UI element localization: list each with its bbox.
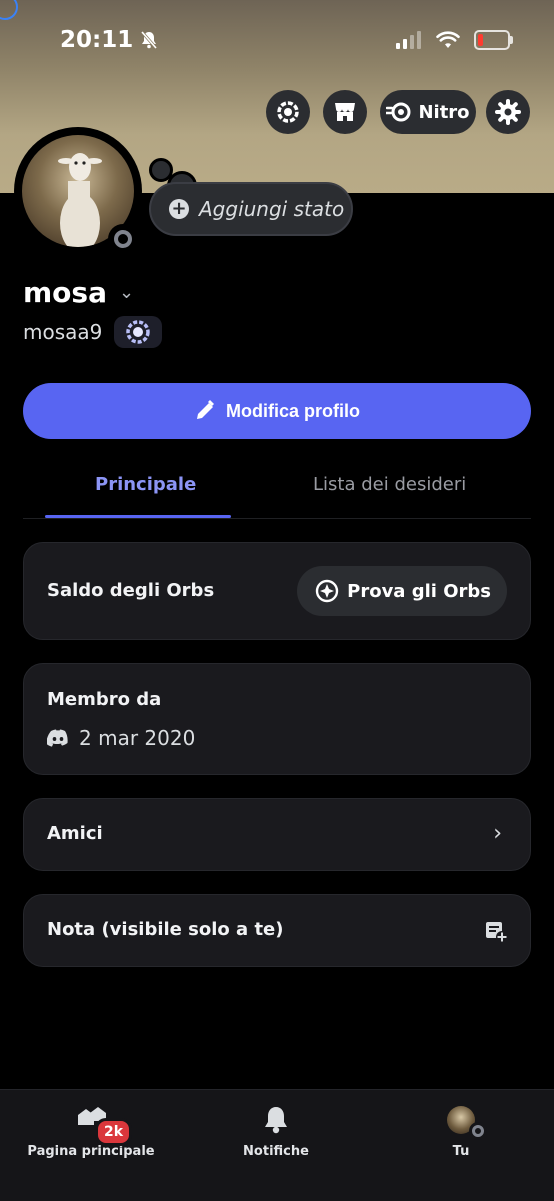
pencil-icon: [197, 400, 214, 419]
tab-wishlist[interactable]: Lista dei desideri: [313, 474, 466, 495]
friends-title: Amici: [47, 823, 103, 844]
discord-logo-icon: [47, 729, 68, 747]
member-since-date: 2 mar 2020: [79, 726, 196, 750]
nav-you-label: Tu: [452, 1144, 470, 1159]
mini-presence-indicator: [469, 1122, 487, 1140]
nav-notifications[interactable]: Notifiche: [240, 1104, 312, 1159]
display-name-row[interactable]: mosa ⌄: [23, 276, 134, 309]
display-name: mosa: [23, 276, 107, 309]
edit-profile-button[interactable]: Modifica profilo: [23, 383, 531, 439]
orb-icon: [315, 579, 339, 603]
chevron-right-icon: ›: [493, 821, 502, 846]
wifi-icon: [436, 31, 460, 48]
profile-tabs: Principale Lista dei desideri: [23, 460, 531, 519]
username-row: mosaa9: [23, 316, 163, 348]
nav-notifications-label: Notifiche: [243, 1144, 309, 1159]
battery-icon: [474, 30, 513, 50]
bell-icon: [265, 1107, 287, 1134]
bottom-navigation: 2k Pagina principale Notifiche Tu: [0, 1089, 554, 1201]
member-since-title: Membro da: [47, 689, 162, 710]
orbs-balance-title: Saldo degli Orbs: [47, 580, 215, 601]
note-title: Nota (visibile solo a te): [47, 919, 284, 940]
note-card[interactable]: Nota (visibile solo a te): [23, 894, 531, 967]
username: mosaa9: [23, 320, 103, 344]
silent-bell-icon: [141, 31, 158, 49]
orb-badge-icon: [277, 101, 299, 123]
orbs-badge-button[interactable]: [266, 90, 310, 134]
plus-circle-icon: +: [169, 199, 189, 219]
status-bar-indicators: [396, 30, 513, 50]
home-icon-box: 2k: [71, 1104, 133, 1146]
member-since-card: Membro da 2 mar 2020: [23, 663, 531, 775]
edit-profile-label: Modifica profilo: [226, 400, 360, 421]
nitro-label: Nitro: [418, 101, 470, 123]
presence-indicator: [108, 224, 138, 254]
add-status-label: Aggiungi stato: [199, 197, 345, 221]
status-bar-time: 20:11: [60, 27, 159, 53]
add-status-button[interactable]: + Aggiungi stato: [149, 182, 353, 236]
unread-count-badge: 2k: [95, 1118, 133, 1146]
friends-card[interactable]: Amici ›: [23, 798, 531, 871]
try-orbs-button[interactable]: Prova gli Orbs: [297, 566, 507, 616]
notifications-icon-box: [256, 1104, 296, 1136]
gear-icon: [495, 99, 521, 125]
try-orbs-label: Prova gli Orbs: [347, 580, 491, 602]
chevron-down-icon: ⌄: [118, 282, 135, 303]
clock: 20:11: [60, 27, 134, 53]
shop-button[interactable]: [323, 90, 367, 134]
add-note-icon: [486, 922, 508, 943]
nav-home-label: Pagina principale: [27, 1144, 155, 1159]
nav-home[interactable]: 2k Pagina principale: [27, 1104, 155, 1159]
nitro-icon: [386, 102, 411, 122]
laurel-badge-icon: [126, 320, 151, 344]
nitro-button[interactable]: Nitro: [380, 90, 476, 134]
settings-button[interactable]: [486, 90, 530, 134]
nav-you[interactable]: Tu: [430, 1104, 492, 1159]
shop-icon: [335, 103, 355, 121]
signal-icon: [396, 31, 421, 49]
member-since-row: 2 mar 2020: [47, 726, 195, 750]
you-icon-box: [441, 1104, 487, 1140]
profile-badge[interactable]: [114, 316, 163, 348]
orbs-balance-card: Saldo degli Orbs Prova gli Orbs: [23, 542, 531, 640]
active-tab-indicator: [45, 515, 231, 518]
tab-principale[interactable]: Principale: [95, 474, 196, 495]
